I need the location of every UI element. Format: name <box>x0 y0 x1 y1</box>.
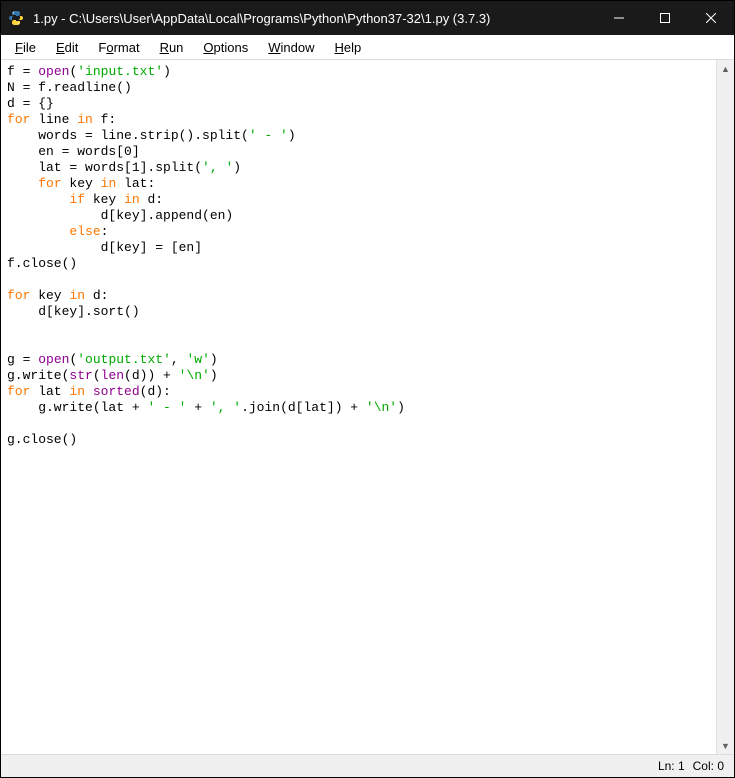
code-text <box>7 192 69 207</box>
code-keyword: for <box>7 112 30 127</box>
code-text: ) <box>163 64 171 79</box>
code-text: key <box>30 288 69 303</box>
code-text: words = line.strip().split( <box>7 128 249 143</box>
minimize-button[interactable] <box>596 1 642 35</box>
code-text: d: <box>85 288 108 303</box>
menu-format[interactable]: Format <box>90 38 147 57</box>
code-text: (d): <box>140 384 171 399</box>
code-text: , <box>171 352 187 367</box>
code-string: ', ' <box>202 160 233 175</box>
code-text: line <box>30 112 77 127</box>
code-keyword: in <box>101 176 117 191</box>
menu-help[interactable]: Help <box>327 38 370 57</box>
code-text: lat = words[1].split( <box>7 160 202 175</box>
code-text: ) <box>210 352 218 367</box>
idle-window: { "title": "1.py - C:\\Users\\User\\AppD… <box>0 0 735 778</box>
code-string: ' - ' <box>147 400 186 415</box>
code-builtin: open <box>38 64 69 79</box>
statusbar: Ln: 1 Col: 0 <box>1 755 734 777</box>
code-text: .join(d[lat]) + <box>241 400 366 415</box>
code-text: N = f.readline() <box>7 80 132 95</box>
code-string: ', ' <box>210 400 241 415</box>
code-builtin: str <box>69 368 92 383</box>
code-text: + <box>186 400 209 415</box>
titlebar: 1.py - C:\Users\User\AppData\Local\Progr… <box>1 1 734 35</box>
code-builtin: len <box>101 368 124 383</box>
code-text <box>85 384 93 399</box>
code-text <box>7 224 69 239</box>
code-keyword: for <box>38 176 61 191</box>
menu-window[interactable]: Window <box>260 38 322 57</box>
code-string: 'w' <box>186 352 209 367</box>
code-string: '\n' <box>366 400 397 415</box>
code-keyword: for <box>7 384 30 399</box>
code-text: g.close() <box>7 432 77 447</box>
code-text: d: <box>140 192 163 207</box>
code-text: d[key].append(en) <box>7 208 233 223</box>
code-text: d = {} <box>7 96 54 111</box>
code-builtin: sorted <box>93 384 140 399</box>
code-text: f: <box>93 112 116 127</box>
editor-area: f = open ( 'input.txt') N = f.readline() d… <box>1 60 734 755</box>
code-text: f.close() <box>7 256 77 271</box>
code-text <box>7 176 38 191</box>
code-keyword: in <box>124 192 140 207</box>
scroll-up-icon[interactable]: ▲ <box>717 60 734 77</box>
code-text: ) <box>210 368 218 383</box>
code-string: 'input.txt' <box>77 64 163 79</box>
code-text: lat: <box>116 176 155 191</box>
code-keyword: for <box>7 288 30 303</box>
code-text: ) <box>233 160 241 175</box>
code-text: ) <box>288 128 296 143</box>
code-text: key <box>85 192 124 207</box>
code-text: g.write( <box>7 368 69 383</box>
code-text: ( <box>93 368 101 383</box>
column-indicator: Col: 0 <box>693 759 724 773</box>
code-editor[interactable]: f = open ( 'input.txt') N = f.readline() d… <box>1 60 716 754</box>
code-keyword: if <box>69 192 85 207</box>
code-keyword: else <box>69 224 100 239</box>
code-text: : <box>101 224 109 239</box>
code-text: d[key].sort() <box>7 304 140 319</box>
code-text: g = <box>7 352 38 367</box>
code-text: key <box>62 176 101 191</box>
code-text: g.write(lat + <box>7 400 147 415</box>
app-icon <box>1 10 31 26</box>
window-title: 1.py - C:\Users\User\AppData\Local\Progr… <box>31 11 596 26</box>
code-text: ) <box>397 400 405 415</box>
maximize-button[interactable] <box>642 1 688 35</box>
menu-run[interactable]: Run <box>152 38 192 57</box>
line-indicator: Ln: 1 <box>658 759 685 773</box>
window-controls <box>596 1 734 35</box>
code-keyword: in <box>69 384 85 399</box>
menu-edit[interactable]: Edit <box>48 38 86 57</box>
close-button[interactable] <box>688 1 734 35</box>
vertical-scrollbar[interactable]: ▲ ▼ <box>716 60 734 754</box>
code-builtin: open <box>38 352 69 367</box>
code-keyword: in <box>69 288 85 303</box>
scroll-down-icon[interactable]: ▼ <box>717 737 734 754</box>
menu-options[interactable]: Options <box>195 38 256 57</box>
code-text: lat <box>30 384 69 399</box>
menu-file[interactable]: File <box>7 38 44 57</box>
code-text: en = words[0] <box>7 144 140 159</box>
code-keyword: in <box>77 112 93 127</box>
menubar: File Edit Format Run Options Window Help <box>1 35 734 60</box>
code-text: (d)) + <box>124 368 179 383</box>
code-text: d[key] = [en] <box>7 240 202 255</box>
code-string: 'output.txt' <box>77 352 171 367</box>
code-text: f = <box>7 64 38 79</box>
code-string: ' - ' <box>249 128 288 143</box>
code-string: '\n' <box>179 368 210 383</box>
